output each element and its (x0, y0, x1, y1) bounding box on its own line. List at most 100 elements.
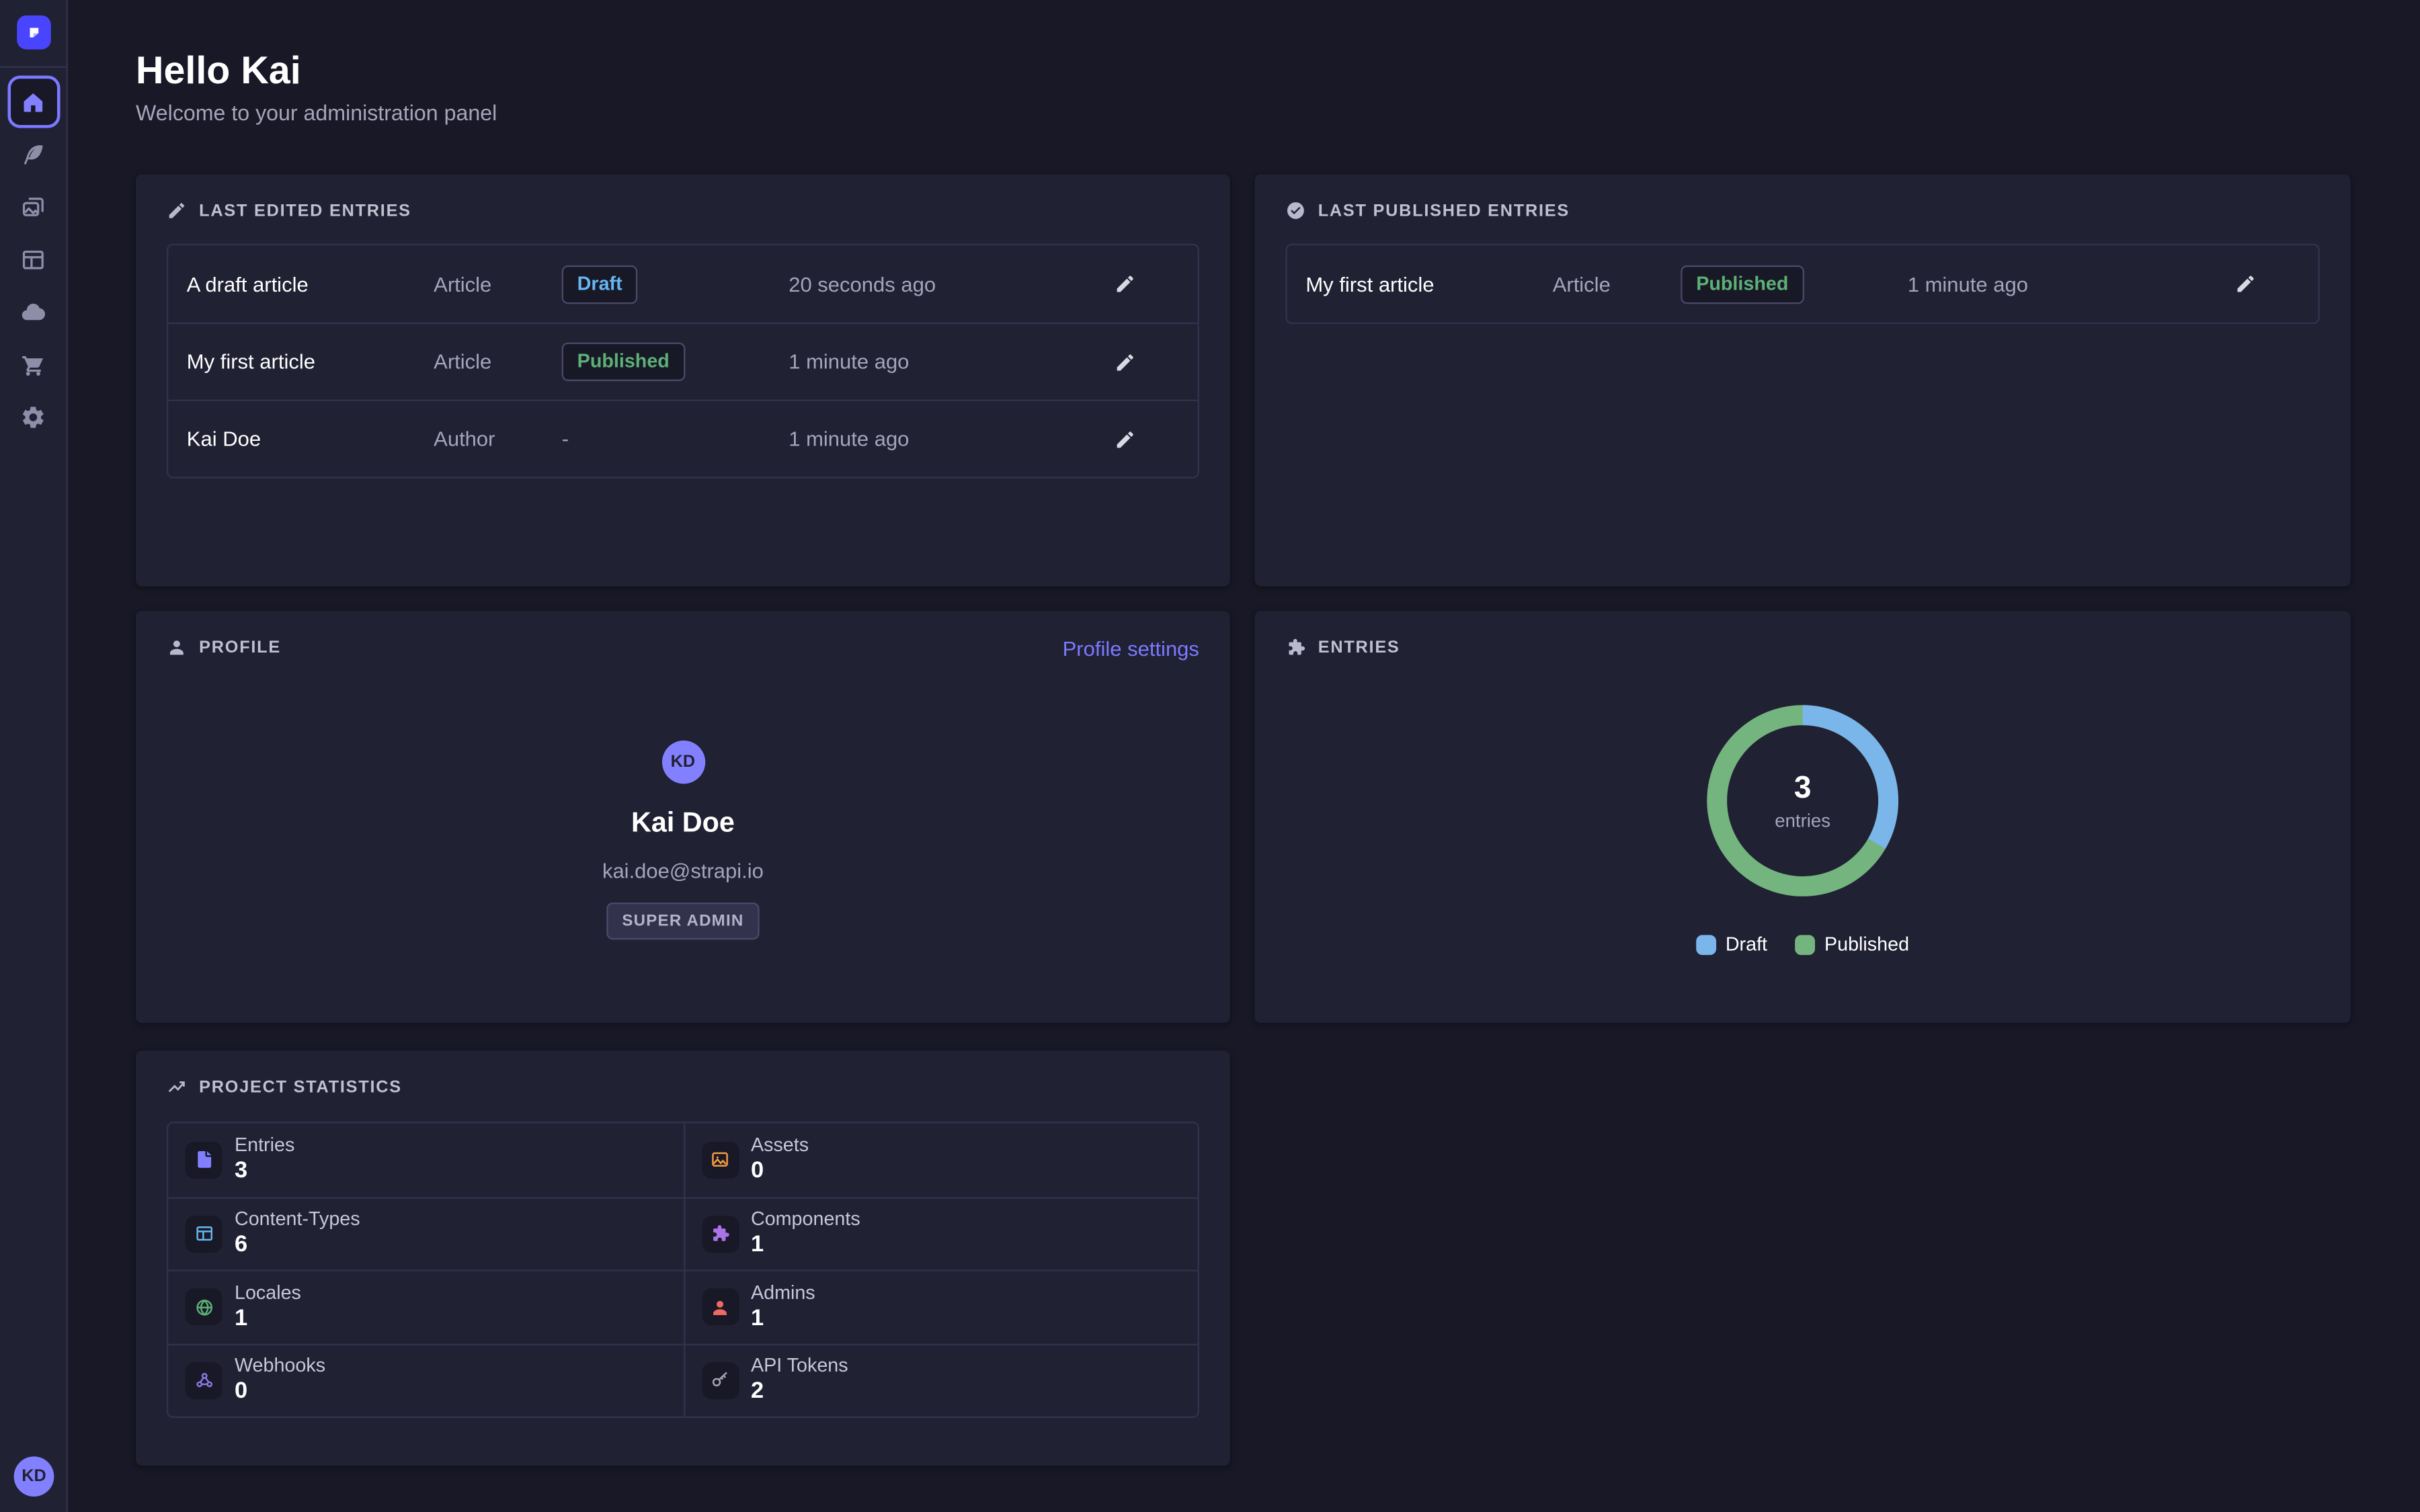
page-subtitle: Welcome to your administration panel (136, 100, 497, 125)
legend-label: Draft (1726, 933, 1767, 955)
card-header: PROJECT STATISTICS (136, 1051, 1230, 1097)
stat-value: 1 (751, 1232, 860, 1259)
pencil-icon (1115, 351, 1136, 372)
avatar-initials: KD (22, 1467, 46, 1486)
entries-icon (194, 1150, 214, 1170)
stat-webhooks: Webhooks 0 (168, 1343, 683, 1417)
card-title: LAST EDITED ENTRIES (199, 202, 411, 220)
last-published-table: My first article Article Published 1 min… (1285, 244, 2319, 324)
profile-email: kai.doe@strapi.io (602, 859, 764, 882)
chart-legend: Draft Published (1696, 933, 1909, 955)
media-library-icon (20, 194, 46, 220)
status-badge: Published (1681, 265, 1804, 303)
layout-icon (20, 246, 46, 272)
pencil-icon (167, 200, 187, 220)
last-published-entries-card: LAST PUBLISHED ENTRIES My first article … (1255, 174, 2351, 586)
profile-name: Kai Doe (631, 807, 735, 839)
table-row: Kai Doe Author - 1 minute ago (168, 400, 1197, 477)
stat-value: 1 (235, 1305, 301, 1333)
stat-label: Assets (751, 1134, 809, 1157)
admins-icon (710, 1297, 730, 1317)
profile-card: PROFILE Profile settings KD Kai Doe kai.… (136, 611, 1230, 1023)
entry-name: Kai Doe (187, 427, 434, 450)
avatar-initials: KD (671, 753, 695, 771)
stat-components: Components 1 (683, 1196, 1198, 1269)
entry-time: 1 minute ago (789, 427, 1071, 450)
strapi-logo-icon (22, 22, 44, 43)
card-title: PROFILE (199, 638, 281, 657)
stat-assets: Assets 0 (683, 1123, 1198, 1196)
entries-donut-chart: 3 entries Draft Published (1255, 693, 2351, 955)
stat-label: Admins (751, 1282, 815, 1304)
user-avatar[interactable]: KD (14, 1456, 54, 1497)
pencil-icon (1115, 273, 1136, 294)
puzzle-icon (1285, 637, 1305, 657)
profile-settings-link[interactable]: Profile settings (1063, 637, 1199, 660)
entry-type: Article (434, 272, 562, 295)
entry-time: 1 minute ago (789, 350, 1071, 373)
entry-name: My first article (187, 350, 434, 373)
legend-item-published: Published (1795, 933, 1909, 955)
card-header: ENTRIES (1255, 611, 2351, 657)
sidebar-item-content-manager[interactable] (7, 128, 59, 181)
cart-icon (20, 351, 46, 377)
sidebar-item-settings[interactable] (7, 390, 59, 443)
stat-locales: Locales 1 (168, 1270, 683, 1343)
sidebar-item-home[interactable] (7, 75, 59, 128)
status-empty: - (562, 427, 569, 450)
card-title: LAST PUBLISHED ENTRIES (1318, 202, 1570, 220)
last-edited-table: A draft article Article Draft 20 seconds… (167, 244, 1199, 478)
locales-icon (194, 1297, 214, 1317)
stat-label: Locales (235, 1282, 301, 1304)
edit-entry-button[interactable] (1115, 273, 1136, 294)
stat-label: Entries (235, 1134, 294, 1157)
edit-entry-button[interactable] (1115, 351, 1136, 372)
check-circle-icon (1285, 200, 1305, 220)
entry-name: A draft article (187, 272, 434, 295)
api-tokens-icon (710, 1370, 730, 1390)
entries-chart-card: ENTRIES 3 entries Draft (1255, 611, 2351, 1023)
project-statistics-card: PROJECT STATISTICS Entries 3 (136, 1051, 1230, 1466)
components-icon (710, 1224, 730, 1244)
entry-name: My first article (1305, 272, 1552, 295)
cloud-icon (20, 298, 46, 325)
sidebar-item-media-library[interactable] (7, 181, 59, 233)
assets-icon (710, 1150, 730, 1170)
card-header: LAST EDITED ENTRIES (136, 174, 1230, 220)
stat-value: 0 (751, 1158, 809, 1185)
webhooks-icon (194, 1370, 214, 1390)
sidebar-item-marketplace[interactable] (7, 338, 59, 390)
screen: KD Hello Kai Welcome to your administrat… (0, 0, 2420, 1512)
stat-value: 0 (235, 1378, 325, 1406)
feather-icon (20, 141, 46, 167)
pencil-icon (1115, 428, 1136, 450)
stats-grid: Entries 3 Assets 0 (167, 1122, 1199, 1418)
stat-label: Webhooks (235, 1355, 325, 1377)
content-types-icon (194, 1224, 214, 1244)
sidebar-item-deploy[interactable] (7, 286, 59, 338)
stat-value: 2 (751, 1378, 848, 1406)
stat-value: 6 (235, 1232, 360, 1259)
stat-api-tokens: API Tokens 2 (683, 1343, 1198, 1417)
sidebar-item-content-type-builder[interactable] (7, 233, 59, 286)
strapi-logo[interactable] (16, 15, 50, 50)
pencil-icon (2234, 273, 2256, 294)
entry-type: Author (434, 427, 562, 450)
donut-center-value: 3 (1794, 771, 1812, 806)
stat-value: 1 (751, 1305, 815, 1333)
edit-entry-button[interactable] (2234, 273, 2256, 294)
stat-admins: Admins 1 (683, 1270, 1198, 1343)
legend-item-draft: Draft (1696, 933, 1767, 955)
legend-label: Published (1824, 933, 1909, 955)
entry-type: Article (1553, 272, 1681, 295)
profile-body: KD Kai Doe kai.doe@strapi.io SUPER ADMIN (136, 741, 1230, 939)
stat-content-types: Content-Types 6 (168, 1196, 683, 1269)
stat-label: Components (751, 1208, 860, 1230)
sidebar-nav (7, 75, 59, 442)
stat-entries: Entries 3 (168, 1123, 683, 1196)
edit-entry-button[interactable] (1115, 428, 1136, 450)
entry-time: 20 seconds ago (789, 272, 1071, 295)
profile-avatar: KD (661, 741, 704, 784)
gear-icon (20, 403, 46, 429)
card-title: ENTRIES (1318, 638, 1400, 657)
